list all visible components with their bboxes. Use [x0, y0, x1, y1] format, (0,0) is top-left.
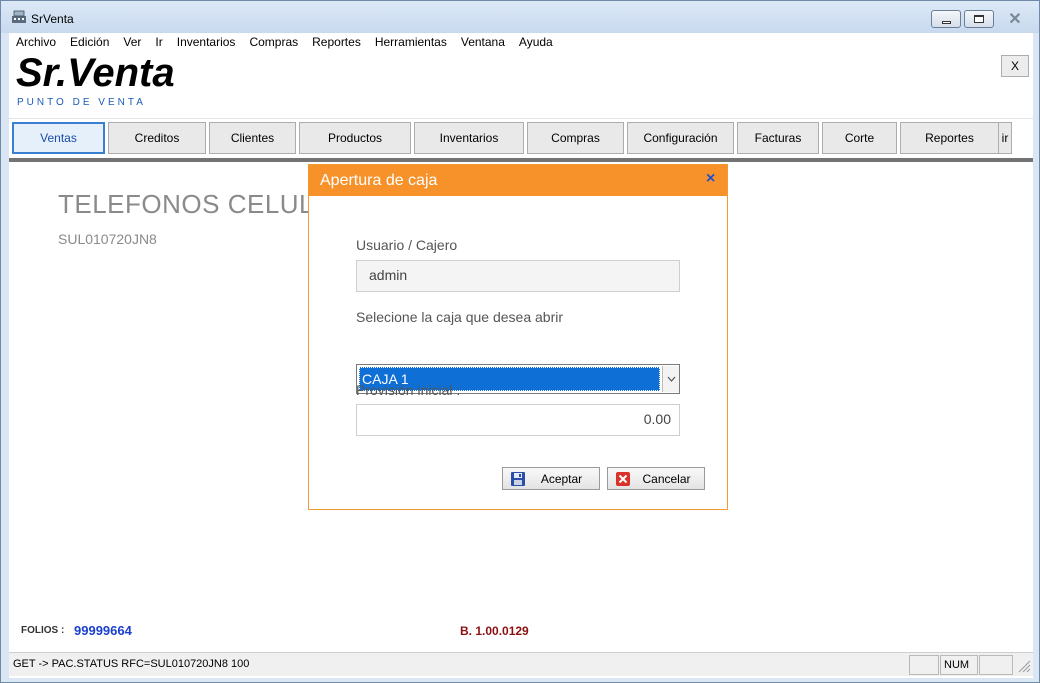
apertura-caja-dialog: Apertura de caja × Usuario / Cajero admi…	[308, 164, 728, 510]
status-message: GET -> PAC.STATUS RFC=SUL010720JN8 100	[13, 658, 250, 670]
header-close-button[interactable]: X	[1001, 55, 1029, 77]
maximize-icon	[974, 15, 984, 23]
tab-corte[interactable]: Corte	[822, 122, 897, 154]
dialog-title: Apertura de caja	[320, 172, 438, 189]
user-field[interactable]: admin	[356, 260, 680, 292]
menu-bar: Archivo Edición Ver Ir Inventarios Compr…	[9, 33, 1033, 51]
minimize-button[interactable]	[931, 10, 961, 28]
cancel-label: Cancelar	[642, 471, 691, 486]
status-num: NUM	[940, 655, 978, 675]
status-cell-empty-2	[979, 655, 1013, 675]
status-bar: GET -> PAC.STATUS RFC=SUL010720JN8 100 N…	[9, 652, 1033, 676]
caja-label: Selecione la caja que desea abrir	[356, 309, 564, 325]
app-header: Sr.Venta PUNTO DE VENTA X	[9, 51, 1033, 119]
cash-register-icon	[12, 10, 26, 23]
menu-inventarios[interactable]: Inventarios	[170, 33, 243, 51]
tab-reportes[interactable]: Reportes	[900, 122, 999, 154]
save-disk-icon	[511, 471, 525, 486]
menu-ir[interactable]: Ir	[148, 33, 169, 51]
folios-value: 99999664	[74, 623, 132, 638]
tab-ventas[interactable]: Ventas	[12, 122, 105, 154]
menu-ventana[interactable]: Ventana	[454, 33, 512, 51]
company-rfc: SUL010720JN8	[58, 231, 157, 247]
app-window: SrVenta ✕ Archivo Edición Ver Ir Inventa…	[0, 0, 1040, 683]
title-bar[interactable]: SrVenta ✕	[1, 1, 1039, 33]
tab-compras[interactable]: Compras	[527, 122, 624, 154]
menu-reportes[interactable]: Reportes	[305, 33, 368, 51]
menu-edicion[interactable]: Edición	[63, 33, 116, 51]
close-window-button[interactable]: ✕	[997, 10, 1033, 28]
provision-label: Provisión inicial :	[356, 382, 461, 398]
toolbar-divider	[9, 158, 1033, 162]
resize-grip-icon[interactable]	[1017, 657, 1031, 673]
brand-subtitle: PUNTO DE VENTA	[17, 97, 146, 108]
window-title: SrVenta	[31, 12, 74, 26]
tab-clientes[interactable]: Clientes	[209, 122, 296, 154]
cancel-x-icon	[616, 471, 630, 486]
menu-ver[interactable]: Ver	[116, 33, 148, 51]
folios-label: FOLIOS :	[21, 625, 65, 636]
tab-inventarios[interactable]: Inventarios	[414, 122, 524, 154]
menu-archivo[interactable]: Archivo	[9, 33, 63, 51]
dialog-close-icon[interactable]: ×	[706, 170, 715, 188]
menu-ayuda[interactable]: Ayuda	[512, 33, 560, 51]
tab-salir-partial[interactable]: ir	[999, 122, 1012, 154]
main-toolbar: Ventas Creditos Clientes Productos Inven…	[9, 119, 1033, 162]
menu-herramientas[interactable]: Herramientas	[368, 33, 454, 51]
tab-configuracion[interactable]: Configuración	[627, 122, 734, 154]
user-label: Usuario / Cajero	[356, 237, 458, 253]
version-label: B. 1.00.0129	[460, 624, 529, 638]
brand-logo: Sr.Venta	[16, 51, 175, 95]
tab-creditos[interactable]: Creditos	[108, 122, 206, 154]
maximize-button[interactable]	[964, 10, 994, 28]
minimize-icon	[941, 20, 951, 24]
menu-compras[interactable]: Compras	[242, 33, 305, 51]
dialog-header[interactable]: Apertura de caja ×	[309, 165, 727, 196]
accept-label: Aceptar	[540, 471, 583, 486]
tab-facturas[interactable]: Facturas	[737, 122, 819, 154]
client-area: Archivo Edición Ver Ir Inventarios Compr…	[9, 33, 1033, 678]
cancel-button[interactable]: Cancelar	[607, 467, 705, 490]
accept-button[interactable]: Aceptar	[502, 467, 600, 490]
chevron-down-icon[interactable]	[662, 366, 679, 392]
tab-productos[interactable]: Productos	[299, 122, 411, 154]
status-cell-empty	[909, 655, 939, 675]
provision-field[interactable]: 0.00	[356, 404, 680, 436]
